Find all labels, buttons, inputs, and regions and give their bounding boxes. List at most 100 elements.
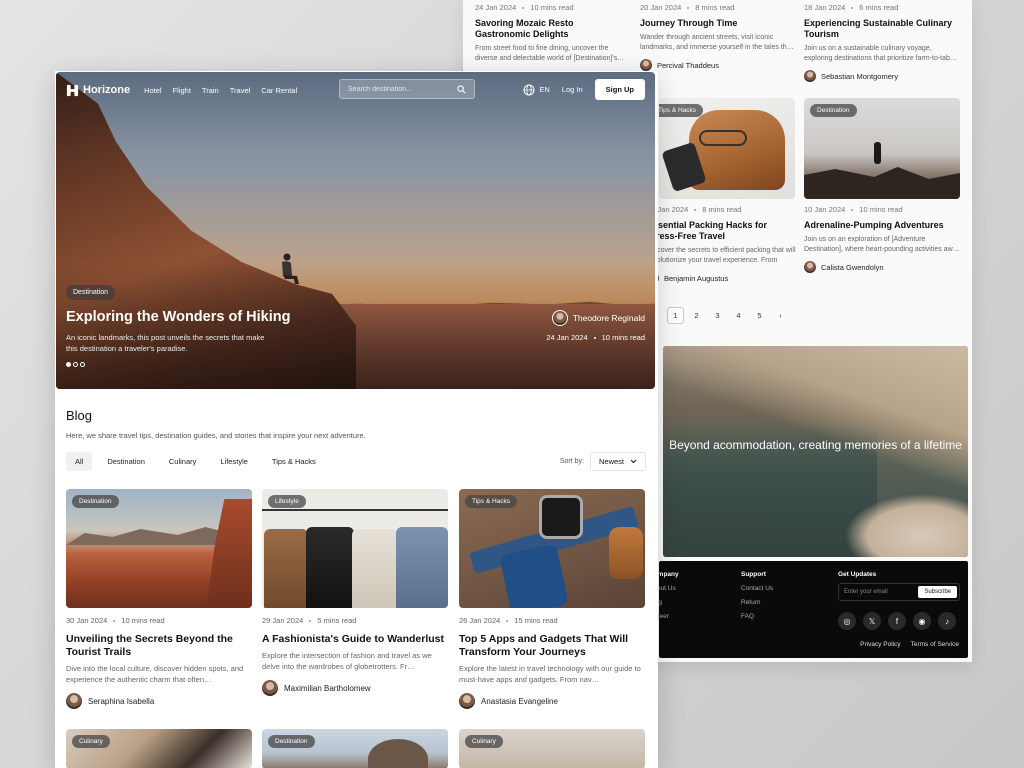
card-title[interactable]: A Fashionista's Guide to Wanderlust [262,633,448,646]
carousel-dot[interactable] [73,362,78,367]
back-card[interactable]: 10 Jan 2024 10 mins read Adrenaline-Pumpi… [804,205,960,273]
blog-card-image[interactable]: Culinary [459,729,645,768]
avatar [66,693,82,709]
card-title[interactable]: Experiencing Sustainable Culinary Touris… [804,18,960,40]
glasses-illustration [699,130,747,146]
category-tag[interactable]: Destination [810,104,857,117]
footer-link[interactable]: FAQ [741,613,773,620]
email-input[interactable]: Enter your email [844,589,888,595]
category-tag[interactable]: Lifestyle [268,495,306,508]
card-excerpt: Join us on a sustainable culinary voyage… [804,45,957,62]
card-image[interactable]: Destination [66,489,252,608]
carousel-dots [66,362,85,367]
card-date: 24 Jan 2024 [475,3,517,12]
earbuds-case-illustration [609,527,643,579]
search-icon[interactable] [457,84,466,94]
sort-select[interactable]: Newest [589,452,646,471]
nav-hotel[interactable]: Hotel [144,86,162,95]
page-5-button[interactable]: 5 [751,307,768,324]
search-bar [339,79,475,99]
hiker-silhouette [874,142,881,164]
blog-card-image[interactable]: Destination [262,729,448,768]
blog-subtitle: Here, we share travel tips, destination … [66,431,366,440]
page-4-button[interactable]: 4 [730,307,747,324]
back-card[interactable]: 20 Jan 2024 8 mins read Journey Through T… [640,3,796,71]
nav-car-rental[interactable]: Car Rental [261,86,297,95]
page-2-button[interactable]: 2 [688,307,705,324]
card-author[interactable]: Seraphina Isabella [66,693,252,709]
blog-card-image[interactable]: Culinary [66,729,252,768]
blog-card[interactable]: Destination 30 Jan 2024 10 mins read Unve… [66,489,252,709]
nav-train[interactable]: Train [202,86,219,95]
category-tag[interactable]: Tips & Hacks [659,104,704,117]
category-tag[interactable]: Destination [268,735,315,748]
card-title[interactable]: Adrenaline-Pumping Adventures [804,220,960,231]
card-title[interactable]: Journey Through Time [640,18,796,29]
discord-icon[interactable]: ◉ [913,612,931,630]
footer-link[interactable]: Contact Us [741,585,773,592]
footer-link[interactable]: Return [741,599,773,606]
hero-category-tag[interactable]: Destination [66,285,116,300]
instagram-icon[interactable]: ◎ [838,612,856,630]
carousel-dot[interactable] [66,362,71,367]
next-page-button[interactable]: › [772,307,789,324]
facebook-icon[interactable]: f [888,612,906,630]
back-card[interactable]: 24 Jan 2024 10 mins read Savoring Mozaic … [475,3,631,64]
card-read-time: 10 mins read [121,616,165,625]
privacy-link[interactable]: Privacy Policy [860,641,900,648]
filter-culinary[interactable]: Culinary [160,452,206,471]
filter-destination[interactable]: Destination [98,452,154,471]
card-read-time: 10 mins read [859,205,903,214]
brand-logo[interactable]: Horizone [66,84,130,97]
hero-author[interactable]: Theodore Reginald [551,310,645,326]
card-read-time: 8 mins read [702,205,742,214]
terms-link[interactable]: Terms of Service [911,641,959,648]
back-card[interactable]: 24 Jan 2024 8 mins read Essential Packing… [647,205,797,284]
card-author[interactable]: Sebastian Montgomery [804,70,960,82]
card-title[interactable]: Savoring Mozaic Resto Gastronomic Deligh… [475,18,631,40]
signup-button[interactable]: Sign Up [594,79,645,100]
pagination: 1 2 3 4 5 › [667,307,789,324]
category-tag[interactable]: Tips & Hacks [465,495,518,508]
card-author[interactable]: Benjamin Augustus [647,272,797,284]
page-1-button[interactable]: 1 [667,307,684,324]
card-title[interactable]: Unveiling the Secrets Beyond the Tourist… [66,633,252,659]
category-tag[interactable]: Culinary [465,735,503,748]
carousel-dot[interactable] [80,362,85,367]
author-name: Theodore Reginald [572,313,645,323]
horizone-logo-icon [66,84,79,96]
card-author[interactable]: Calista Gwendolyn [804,261,960,273]
x-icon[interactable]: 𝕏 [863,612,881,630]
blog-card[interactable]: Lifestyle 29 Jan 2024 5 mins read A Fashi… [262,489,448,696]
login-link[interactable]: Log In [562,85,583,94]
tiktok-icon[interactable]: ♪ [938,612,956,630]
hero-date: 24 Jan 2024 [546,333,588,342]
card-date: 26 Jan 2024 [459,616,501,625]
site-footer: Company About Us Blog Career Support Con… [649,561,968,658]
filter-lifestyle[interactable]: Lifestyle [211,452,257,471]
hero-title[interactable]: Exploring the Wonders of Hiking [66,309,291,325]
blog-card[interactable]: Tips & Hacks 26 Jan 2024 15 mins read Top… [459,489,645,709]
category-tag[interactable]: Culinary [72,735,110,748]
language-switcher[interactable]: EN [523,84,550,96]
filter-all[interactable]: All [66,452,93,471]
subscribe-button[interactable]: Subscribe [918,586,957,598]
card-author[interactable]: Anastasia Evangeline [459,693,645,709]
card-image[interactable]: Tips & Hacks [659,98,795,199]
filter-tips-hacks[interactable]: Tips & Hacks [263,452,325,471]
card-title[interactable]: Essential Packing Hacks for Stress-Free … [647,220,797,242]
card-author[interactable]: Percival Thaddeus [640,59,796,71]
card-title[interactable]: Top 5 Apps and Gadgets That Will Transfo… [459,633,645,659]
page-3-button[interactable]: 3 [709,307,726,324]
search-input[interactable] [348,85,448,93]
card-image[interactable]: Lifestyle [262,489,448,608]
hero-description: An iconic landmarks, this post unveils t… [66,333,265,353]
back-card[interactable]: 18 Jan 2024 6 mins read Experiencing Sust… [804,3,960,82]
category-tag[interactable]: Destination [72,495,119,508]
card-date: 29 Jan 2024 [262,616,304,625]
nav-flight[interactable]: Flight [173,86,191,95]
card-author[interactable]: Maximilian Bartholomew [262,680,448,696]
card-image[interactable]: Destination [804,98,960,199]
nav-travel[interactable]: Travel [230,86,251,95]
card-image[interactable]: Tips & Hacks [459,489,645,608]
